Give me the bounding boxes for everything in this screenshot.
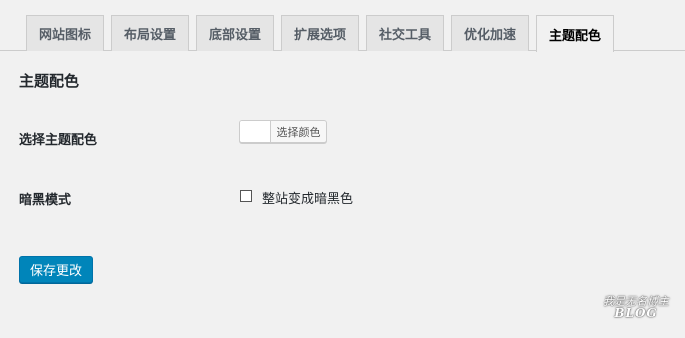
- tab-layout-settings[interactable]: 布局设置: [111, 15, 189, 51]
- color-swatch[interactable]: [240, 121, 271, 142]
- tab-footer-settings[interactable]: 底部设置: [196, 15, 274, 51]
- color-picker-label: 选择颜色: [276, 125, 321, 139]
- watermark-text-bottom: BLOG: [614, 306, 658, 320]
- section-title: 主题配色: [19, 72, 80, 90]
- tab-theme-colors[interactable]: 主题配色: [536, 15, 614, 52]
- dark-mode-checkbox[interactable]: [240, 190, 252, 202]
- settings-tab-bar: 网站图标 布局设置 底部设置 扩展选项 社交工具 优化加速 主题配色: [0, 0, 685, 52]
- tab-social-tools[interactable]: 社交工具: [366, 15, 444, 51]
- tab-site-icon[interactable]: 网站图标: [26, 15, 104, 51]
- save-changes-button[interactable]: 保存更改: [19, 256, 93, 283]
- color-picker-button[interactable]: 选择颜色: [239, 120, 327, 143]
- tab-optimization[interactable]: 优化加速: [451, 15, 529, 51]
- theme-color-label: 选择主题配色: [19, 133, 98, 148]
- dark-mode-label: 暗黑模式: [19, 193, 72, 208]
- blog-watermark-logo: 我是无名博主 BLOG: [603, 296, 669, 319]
- tab-extension-options[interactable]: 扩展选项: [281, 15, 359, 51]
- dark-mode-checkbox-label[interactable]: 整站变成暗黑色: [262, 188, 353, 207]
